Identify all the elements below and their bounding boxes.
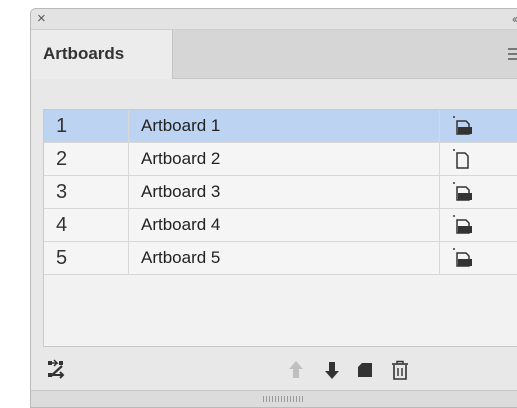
artboard-options-icon[interactable] [440,209,517,241]
artboard-number: 4 [44,209,129,241]
artboard-name[interactable]: Artboard 3 [129,176,440,208]
artboard-number: 2 [44,143,129,175]
collapse-icon[interactable]: ‹‹ [512,10,517,28]
move-down-icon[interactable] [321,359,343,381]
artboard-options-icon[interactable] [440,242,517,274]
artboard-name[interactable]: Artboard 5 [129,242,440,274]
tab-label: Artboards [43,44,125,63]
resize-grip[interactable] [263,396,303,402]
artboards-panel: × ‹‹ Artboards 1 Artboard 1 2 Artboard 2 [30,8,517,408]
artboard-number: 5 [44,242,129,274]
artboard-row[interactable]: 1 Artboard 1 [44,110,517,143]
artboard-options-icon[interactable] [440,176,517,208]
artboard-row[interactable]: 3 Artboard 3 [44,176,517,209]
artboard-number: 3 [44,176,129,208]
artboard-row[interactable]: 5 Artboard 5 [44,242,517,275]
artboard-name[interactable]: Artboard 2 [129,143,440,175]
close-icon[interactable]: × [37,10,46,28]
panel-menu-icon[interactable] [508,48,517,60]
artboard-options-icon[interactable] [440,143,517,175]
tab-artboards[interactable]: Artboards [31,30,173,79]
tab-bar: Artboards [31,30,517,79]
artboard-options-icon[interactable] [440,110,517,142]
artboard-row[interactable]: 2 Artboard 2 [44,143,517,176]
artboard-name[interactable]: Artboard 1 [129,110,440,142]
move-up-icon[interactable] [285,359,307,381]
rearrange-icon[interactable] [47,359,69,381]
artboard-row[interactable]: 4 Artboard 4 [44,209,517,242]
new-artboard-icon[interactable] [355,359,377,381]
artboard-number: 1 [44,110,129,142]
panel-toolbar [31,349,517,389]
panel-resize-bar [31,390,517,407]
artboard-list: 1 Artboard 1 2 Artboard 2 3 Artboard 3 4… [43,109,517,347]
delete-icon[interactable] [389,359,411,381]
artboard-name[interactable]: Artboard 4 [129,209,440,241]
panel-titlebar: × ‹‹ [31,9,517,30]
